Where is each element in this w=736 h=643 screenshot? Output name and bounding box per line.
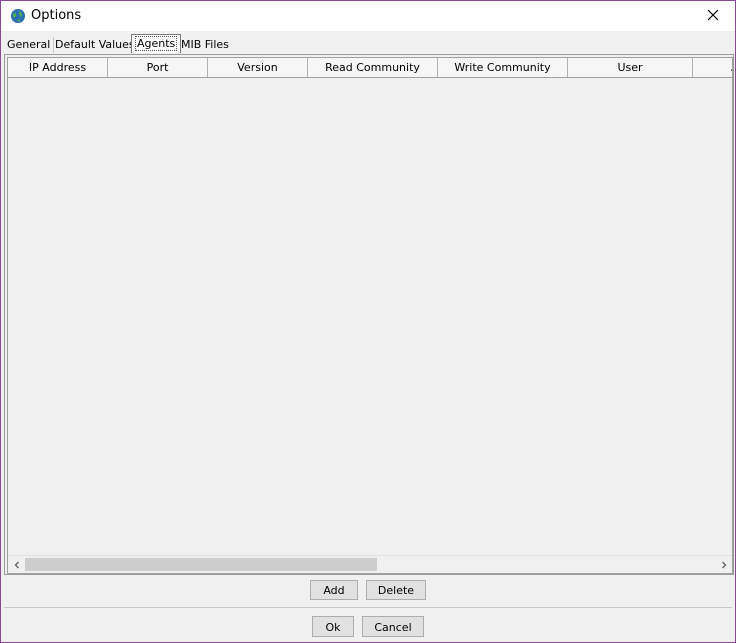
close-icon xyxy=(707,9,719,24)
delete-button[interactable]: Delete xyxy=(366,580,426,600)
table-body[interactable] xyxy=(8,78,732,558)
ok-button[interactable]: Ok xyxy=(312,616,354,637)
options-window: Options General Default Values Agents MI… xyxy=(0,0,736,643)
tab-general[interactable]: General xyxy=(4,37,55,53)
globe-icon xyxy=(10,8,26,24)
arrow-right-icon[interactable] xyxy=(715,556,732,573)
scrollbar-thumb[interactable] xyxy=(25,558,377,571)
column-user[interactable]: User xyxy=(568,58,693,77)
column-read-community[interactable]: Read Community xyxy=(308,58,438,77)
column-port[interactable]: Port xyxy=(108,58,208,77)
column-version[interactable]: Version xyxy=(208,58,308,77)
tab-default-values-label: Default Values xyxy=(55,38,135,51)
horizontal-scrollbar[interactable] xyxy=(8,555,732,573)
tab-mib-files-label: MIB Files xyxy=(181,38,229,51)
tab-agents-label: Agents xyxy=(135,36,178,51)
title-bar[interactable]: Options xyxy=(1,1,735,31)
tab-default-values[interactable]: Default Values xyxy=(52,37,139,53)
tab-agents[interactable]: Agents xyxy=(131,34,182,53)
table-header: IP Address Port Version Read Community W… xyxy=(8,58,732,78)
close-button[interactable] xyxy=(691,1,735,31)
agents-panel: IP Address Port Version Read Community W… xyxy=(4,54,734,575)
agents-table[interactable]: IP Address Port Version Read Community W… xyxy=(7,57,733,574)
cancel-button[interactable]: Cancel xyxy=(362,616,424,637)
column-a[interactable]: A xyxy=(693,58,732,77)
add-button[interactable]: Add xyxy=(310,580,358,600)
divider xyxy=(4,607,732,608)
window-title: Options xyxy=(31,8,82,23)
column-ip-address[interactable]: IP Address xyxy=(8,58,108,77)
arrow-left-icon[interactable] xyxy=(8,556,25,573)
tab-mib-files[interactable]: MIB Files xyxy=(178,37,232,53)
tab-general-label: General xyxy=(7,38,51,51)
column-write-community[interactable]: Write Community xyxy=(438,58,568,77)
